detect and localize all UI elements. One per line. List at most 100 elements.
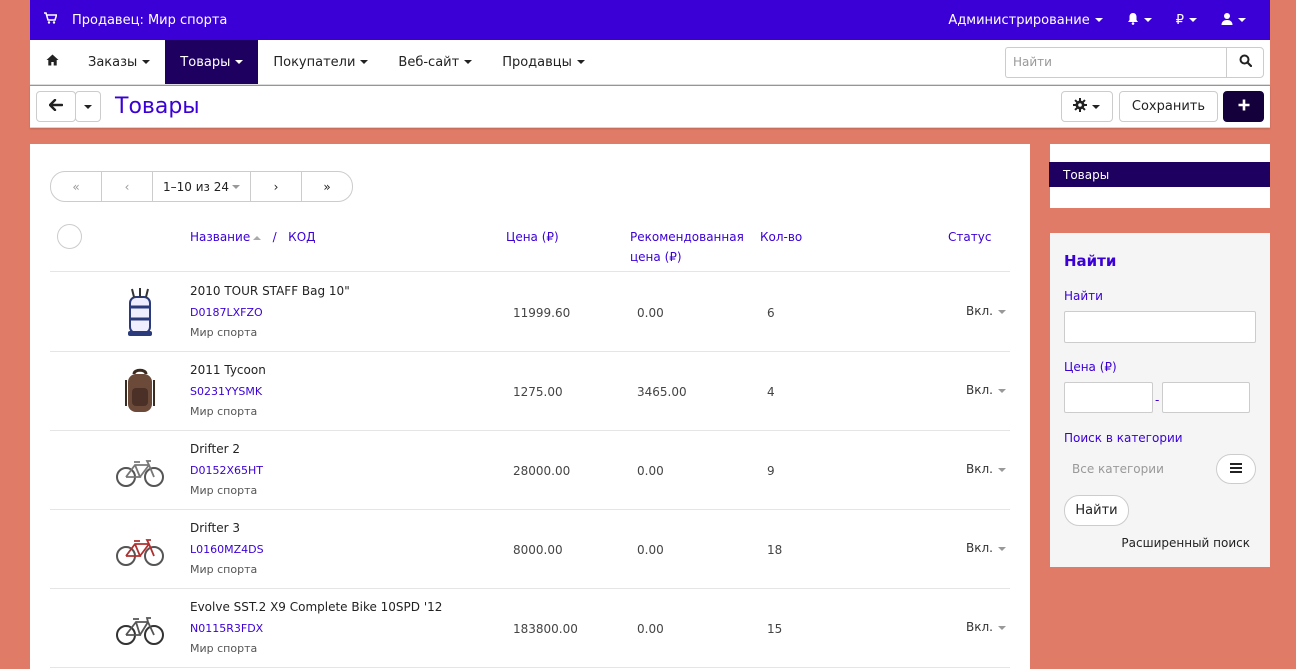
header-name[interactable]: Название / КОД [190,227,316,247]
advanced-search-link[interactable]: Расширенный поиск [1121,536,1250,550]
bicycle-icon[interactable] [112,443,168,499]
products-panel: « ‹ 1–10 из 24 › » Название / КОД Цена (… [30,144,1030,669]
product-qty[interactable]: 9 [767,464,775,478]
pager-prev-button[interactable]: ‹ [101,171,153,202]
product-code: D0187LXFZO [190,306,263,319]
product-qty[interactable]: 6 [767,306,775,320]
chevron-down-icon [360,60,369,64]
header-recommended-line2: цена (₽) [630,250,682,264]
search-button[interactable] [1226,46,1264,78]
product-recommended-price[interactable]: 3465.00 [637,385,687,399]
product-status-label: Вкл. [966,620,993,634]
product-code: N0115R3FDX [190,622,264,635]
table-row: 2010 TOUR STAFF Bag 10" D0187LXFZO Мир с… [50,273,1010,352]
product-vendor: Мир спорта [190,563,258,576]
nav-customers[interactable]: Покупатели [258,40,383,84]
find-button[interactable]: Найти [1064,495,1129,526]
back-button[interactable] [36,91,76,122]
save-button[interactable]: Сохранить [1118,91,1218,122]
search-icon [1239,54,1252,70]
product-name[interactable]: 2010 TOUR STAFF Bag 10" [190,284,350,298]
nav-home[interactable] [30,40,73,84]
bicycle-icon[interactable] [112,601,168,657]
chevron-down-icon [1094,18,1103,22]
header-recommended-price[interactable]: Рекомендованная цена (₽) [630,227,744,267]
product-status-dropdown[interactable]: Вкл. [966,462,1006,476]
product-recommended-price[interactable]: 0.00 [637,464,664,478]
product-price[interactable]: 8000.00 [513,543,563,557]
search-placeholder: Найти [1013,55,1052,69]
chevron-down-icon [997,388,1006,393]
category-field[interactable]: Все категории [1064,454,1214,484]
price-to-field[interactable] [1162,382,1250,413]
settings-button[interactable] [1060,91,1113,122]
product-name[interactable]: Evolve SST.2 X9 Complete Bike 10SPD '12 [190,600,442,614]
product-qty[interactable]: 4 [767,385,775,399]
top-bar: Продавец: Мир спорта Администрирование ₽ [30,0,1270,40]
select-all-checkbox[interactable] [57,224,82,249]
price-label: Цена (₽) [1064,360,1117,374]
price-from-field[interactable] [1064,382,1153,413]
product-name[interactable]: Drifter 3 [190,521,240,535]
cart-icon[interactable] [30,12,70,28]
product-price[interactable]: 11999.60 [513,306,570,320]
product-price[interactable]: 1275.00 [513,385,563,399]
product-qty[interactable]: 15 [767,622,782,636]
chevron-down-icon [84,104,92,109]
pager-last-button[interactable]: » [301,171,353,202]
search-title: Найти [1064,252,1117,270]
category-picker-button[interactable] [1216,454,1256,484]
product-status-dropdown[interactable]: Вкл. [966,541,1006,555]
back-dropdown-button[interactable] [75,91,101,122]
product-status-label: Вкл. [966,304,993,318]
product-status-dropdown[interactable]: Вкл. [966,383,1006,397]
product-price[interactable]: 183800.00 [513,622,578,636]
chevron-down-icon [997,625,1006,630]
find-field[interactable] [1064,311,1256,343]
chevron-down-icon [1143,18,1152,22]
chevron-down-icon [997,309,1006,314]
add-product-button[interactable] [1223,91,1264,122]
currency-menu[interactable]: ₽ [1164,0,1209,40]
chevron-down-icon [997,467,1006,472]
pager-range-dropdown[interactable]: 1–10 из 24 [152,171,251,202]
product-price[interactable]: 28000.00 [513,464,570,478]
chevron-down-icon [231,184,240,189]
table-row: Evolve SST.2 X9 Complete Bike 10SPD '12 … [50,589,1010,668]
header-qty[interactable]: Кол-во [760,227,802,247]
pager-next-button[interactable]: › [250,171,302,202]
save-button-label: Сохранить [1131,99,1205,114]
header-price[interactable]: Цена (₽) [506,227,559,247]
product-recommended-price[interactable]: 0.00 [637,543,664,557]
nav-website[interactable]: Веб-сайт [383,40,487,84]
search-input[interactable]: Найти [1005,46,1226,78]
product-recommended-price[interactable]: 0.00 [637,622,664,636]
product-vendor: Мир спорта [190,484,258,497]
pager-range-label: 1–10 из 24 [163,179,229,194]
nav-products[interactable]: Товары [165,40,259,84]
admin-menu-label: Администрирование [948,12,1090,28]
product-status-dropdown[interactable]: Вкл. [966,620,1006,634]
pager-first-button[interactable]: « [50,171,102,202]
product-status-dropdown[interactable]: Вкл. [966,304,1006,318]
user-menu[interactable] [1209,0,1270,40]
backpack-icon[interactable] [112,364,168,420]
product-name[interactable]: 2011 Tycoon [190,363,266,377]
category-placeholder: Все категории [1072,462,1164,476]
sidebar-item-products[interactable]: Товары [1049,162,1270,187]
header-status[interactable]: Статус [948,227,991,247]
golf-bag-icon[interactable] [112,285,168,341]
admin-menu[interactable]: Администрирование [936,0,1114,40]
product-qty[interactable]: 18 [767,543,782,557]
list-icon [1230,462,1242,476]
table-row: 2011 Tycoon S0231YYSMK Мир спорта 1275.0… [50,352,1010,431]
product-name[interactable]: Drifter 2 [190,442,240,456]
gear-icon [1073,97,1088,116]
nav-vendors[interactable]: Продавцы [487,40,600,84]
nav-orders[interactable]: Заказы [73,40,165,84]
product-recommended-price[interactable]: 0.00 [637,306,664,320]
chevron-down-icon [1189,18,1197,22]
notifications-menu[interactable] [1115,0,1164,40]
vendor-label[interactable]: Продавец: Мир спорта [72,13,227,28]
bicycle-icon[interactable] [112,522,168,578]
